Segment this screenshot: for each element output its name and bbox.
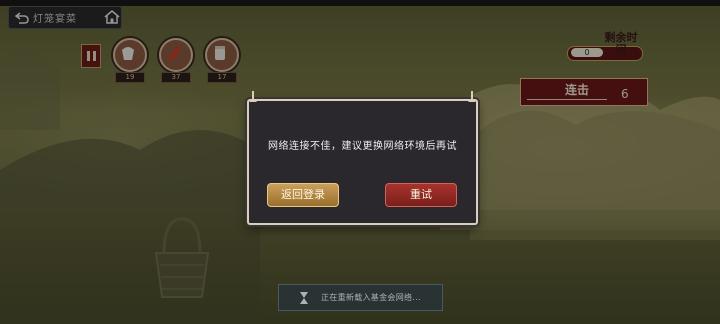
dialog-message: 网络连接不佳，建议更换网络环境后再试 — [268, 141, 457, 152]
loading-toast: 正在重新载入基金会网络... — [278, 284, 443, 311]
return-to-login-button[interactable]: 返回登录 — [267, 183, 339, 207]
loading-text: 正在重新载入基金会网络... — [321, 293, 421, 302]
retry-button[interactable]: 重试 — [385, 183, 457, 207]
dialog-pin-left — [249, 91, 257, 102]
hourglass-icon — [300, 292, 308, 304]
network-error-dialog: 网络连接不佳，建议更换网络环境后再试 返回登录 重试 — [247, 91, 478, 225]
dialog-pin-right — [468, 91, 476, 102]
